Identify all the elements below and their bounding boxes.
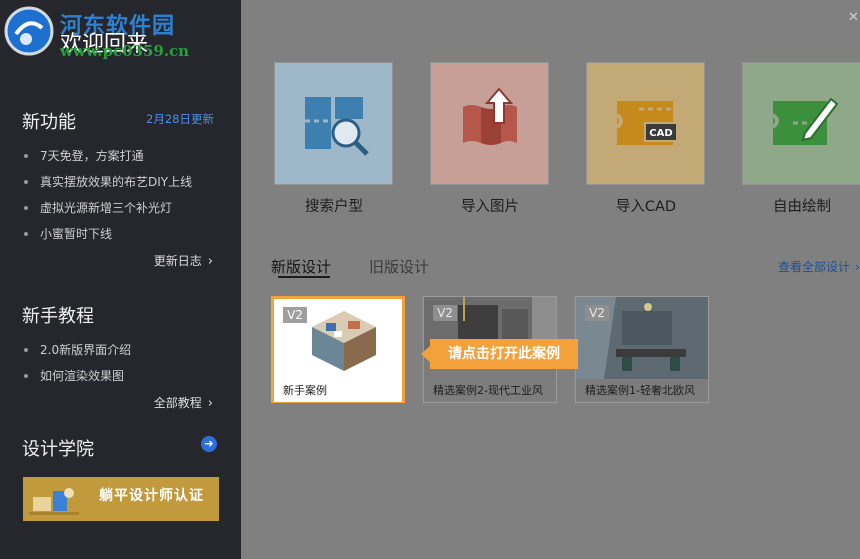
version-badge: V2 <box>433 305 457 321</box>
close-icon[interactable]: ✕ <box>848 10 859 25</box>
chevron-right-icon: › <box>855 260 860 274</box>
case-card-beginner[interactable]: V2 新手案例 <box>271 296 405 403</box>
version-badge: V2 <box>585 305 609 321</box>
update-date-badge: 2月28日更新 <box>146 112 214 126</box>
all-tutorials-link-label: 全部教程 <box>153 396 202 410</box>
academy-title: 设计学院 <box>22 439 94 460</box>
tutorials-title: 新手教程 <box>22 306 94 327</box>
import-cad-tile[interactable]: CAD <box>587 63 704 184</box>
app-logo-icon <box>4 6 54 56</box>
illustration-icon <box>29 488 79 515</box>
view-all-designs-label: 查看全部设计 <box>778 260 851 274</box>
arrow-right-icon[interactable]: ➜ <box>201 436 217 452</box>
case-card-nordic[interactable]: V2 精选案例1-轻奢北欧风 <box>575 296 709 403</box>
new-features-title: 新功能 <box>22 112 76 133</box>
tile-card <box>743 63 860 184</box>
list-item[interactable]: 如何渲染效果图 <box>22 363 131 389</box>
svg-text:CAD: CAD <box>649 128 672 139</box>
search-floorplan-tile[interactable] <box>275 63 392 184</box>
import-cad-label[interactable]: 导入CAD <box>571 195 721 216</box>
open-case-tooltip: 请点击打开此案例 <box>421 339 578 369</box>
tab-old-design[interactable]: 旧版设计 <box>369 256 429 277</box>
free-draw-tile[interactable] <box>743 63 860 184</box>
list-item: 小蜜暂时下线 <box>22 221 192 247</box>
list-item: 虚拟光源新增三个补光灯 <box>22 195 192 221</box>
case-thumbnail: V2 <box>576 297 708 379</box>
tile-card: CAD <box>587 63 704 184</box>
import-image-label[interactable]: 导入图片 <box>415 195 565 216</box>
main-panel: ✕ CAD 搜索户型 导入图片 导入CAD 自由绘制 新版设计 旧版设计 查看全… <box>241 0 860 559</box>
tab-active-indicator <box>278 276 330 278</box>
designer-certification-banner[interactable]: 躺平设计师认证 <box>23 477 219 521</box>
all-tutorials-link[interactable]: 全部教程 › <box>154 394 213 411</box>
list-item: 7天免登，方案打通 <box>22 143 192 169</box>
case-thumbnail: V2 <box>274 299 402 379</box>
changelog-link[interactable]: 更新日志 › <box>154 252 213 269</box>
free-draw-label[interactable]: 自由绘制 <box>727 195 860 216</box>
version-badge: V2 <box>283 307 307 323</box>
chevron-right-icon: › <box>207 254 213 269</box>
tab-new-design[interactable]: 新版设计 <box>271 256 331 277</box>
tile-card <box>275 63 392 184</box>
view-all-designs-link[interactable]: 查看全部设计 › <box>778 258 860 275</box>
watermark-url: www.pc0359.cn <box>60 42 190 60</box>
case-caption: 精选案例2-现代工业风 <box>424 379 556 402</box>
banner-title: 躺平设计师认证 <box>99 488 204 504</box>
import-image-icon <box>463 87 517 145</box>
list-item[interactable]: 2.0新版界面介绍 <box>22 337 131 363</box>
tile-card <box>431 63 548 184</box>
new-features-list: 7天免登，方案打通 真实摆放效果的布艺DIY上线 虚拟光源新增三个补光灯 小蜜暂… <box>22 143 192 247</box>
changelog-link-label: 更新日志 <box>153 254 202 268</box>
tutorials-list: 2.0新版界面介绍 如何渲染效果图 <box>22 337 131 389</box>
chevron-right-icon: › <box>207 396 213 411</box>
list-item: 真实摆放效果的布艺DIY上线 <box>22 169 192 195</box>
sidebar: 河东软件园 欢迎回来 www.pc0359.cn 新功能 2月28日更新 7天免… <box>0 0 241 559</box>
import-image-tile[interactable] <box>431 63 548 184</box>
free-draw-icon <box>771 97 839 145</box>
import-cad-icon: CAD <box>615 101 678 145</box>
search-floorplan-label[interactable]: 搜索户型 <box>259 195 409 216</box>
case-caption: 新手案例 <box>274 379 402 402</box>
case-caption: 精选案例1-轻奢北欧风 <box>576 379 708 402</box>
search-floorplan-icon <box>305 97 369 156</box>
